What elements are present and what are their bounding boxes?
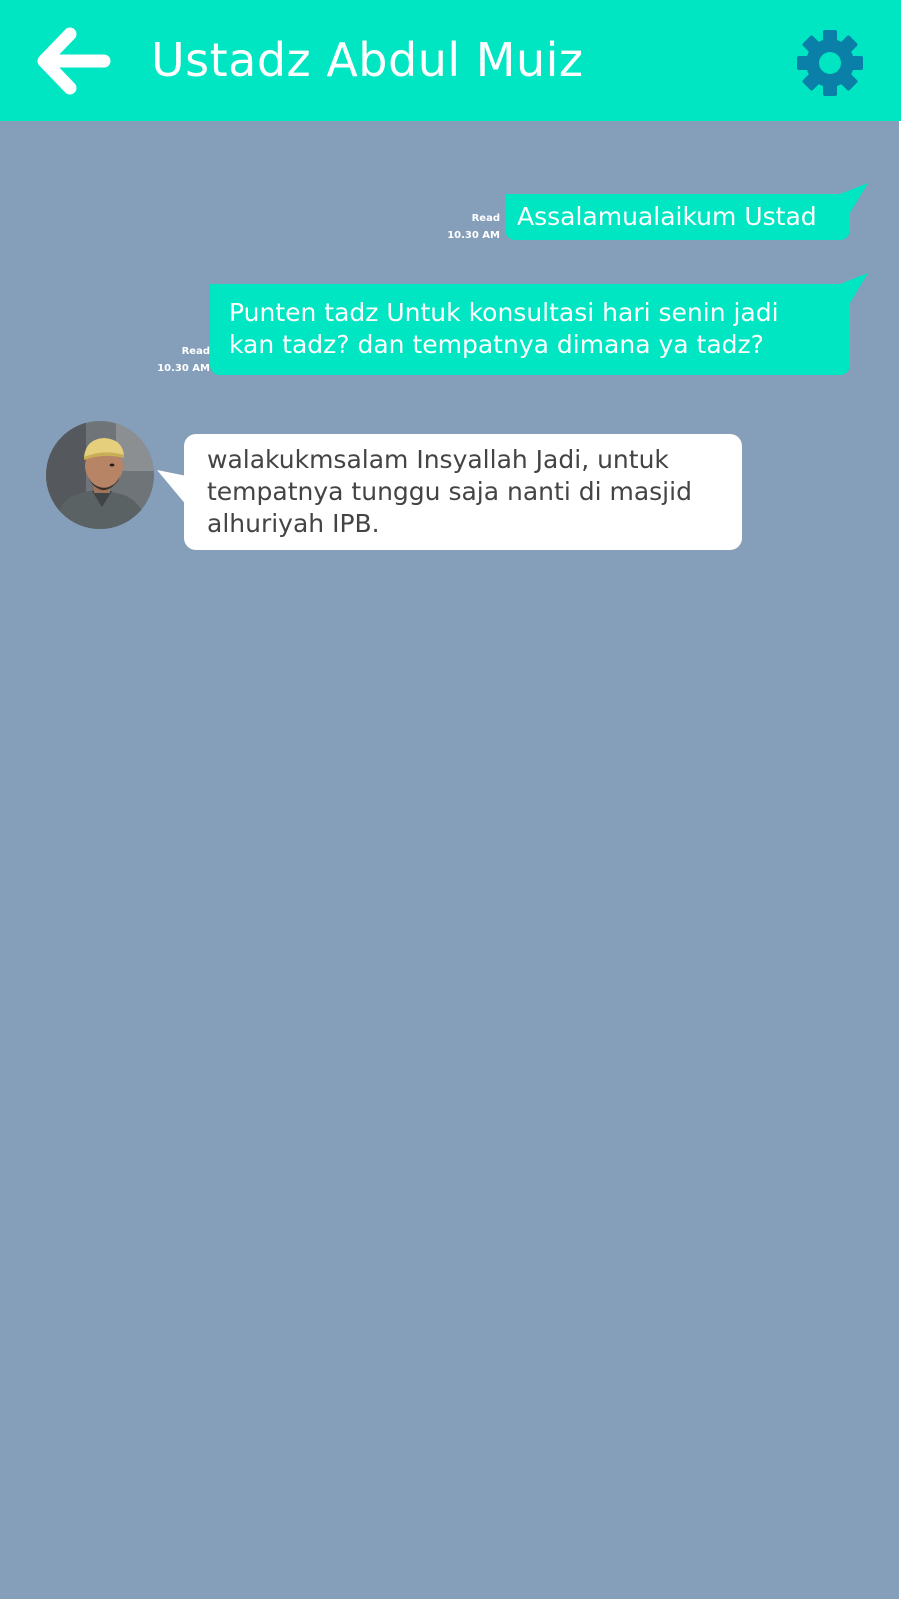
read-status: Read bbox=[181, 346, 210, 357]
message-text: Assalamualaikum Ustad bbox=[517, 202, 817, 231]
arrow-left-icon bbox=[37, 27, 111, 95]
back-button[interactable] bbox=[36, 26, 116, 96]
message-line: alhuriyah IPB. bbox=[207, 509, 380, 538]
bubble-tail bbox=[840, 183, 868, 213]
settings-button[interactable] bbox=[795, 28, 865, 98]
incoming-message-bubble[interactable]: walakukmsalam Insyallah Jadi, untuk temp… bbox=[184, 434, 742, 550]
message-line: kan tadz? dan tempatnya dimana ya tadz? bbox=[229, 330, 764, 359]
app-header: Ustadz Abdul Muiz bbox=[0, 0, 901, 121]
message-time: 10.30 AM bbox=[447, 230, 500, 241]
read-status: Read bbox=[471, 213, 500, 224]
outgoing-message-bubble[interactable]: Punten tadz Untuk konsultasi hari senin … bbox=[210, 284, 850, 375]
message-text: walakukmsalam Insyallah Jadi, untuk temp… bbox=[207, 444, 692, 540]
bubble-tail bbox=[840, 273, 868, 303]
bubble-tail bbox=[157, 470, 187, 506]
avatar[interactable] bbox=[46, 421, 154, 529]
chat-screen: Ustadz Abdul Muiz Read 10.30 AM Assalamu… bbox=[0, 0, 901, 1601]
contact-photo bbox=[46, 421, 154, 529]
message-line: tempatnya tunggu saja nanti di masjid bbox=[207, 477, 692, 506]
message-meta: Read 10.30 AM bbox=[430, 210, 500, 244]
message-line: Punten tadz Untuk konsultasi hari senin … bbox=[229, 298, 779, 327]
message-meta: Read 10.30 AM bbox=[140, 343, 210, 377]
message-line: walakukmsalam Insyallah Jadi, untuk bbox=[207, 445, 669, 474]
message-time: 10.30 AM bbox=[157, 363, 210, 374]
gear-icon bbox=[797, 30, 863, 96]
message-text: Punten tadz Untuk konsultasi hari senin … bbox=[229, 297, 779, 361]
page-title: Ustadz Abdul Muiz bbox=[151, 33, 584, 87]
outgoing-message-bubble[interactable]: Assalamualaikum Ustad bbox=[505, 194, 850, 240]
